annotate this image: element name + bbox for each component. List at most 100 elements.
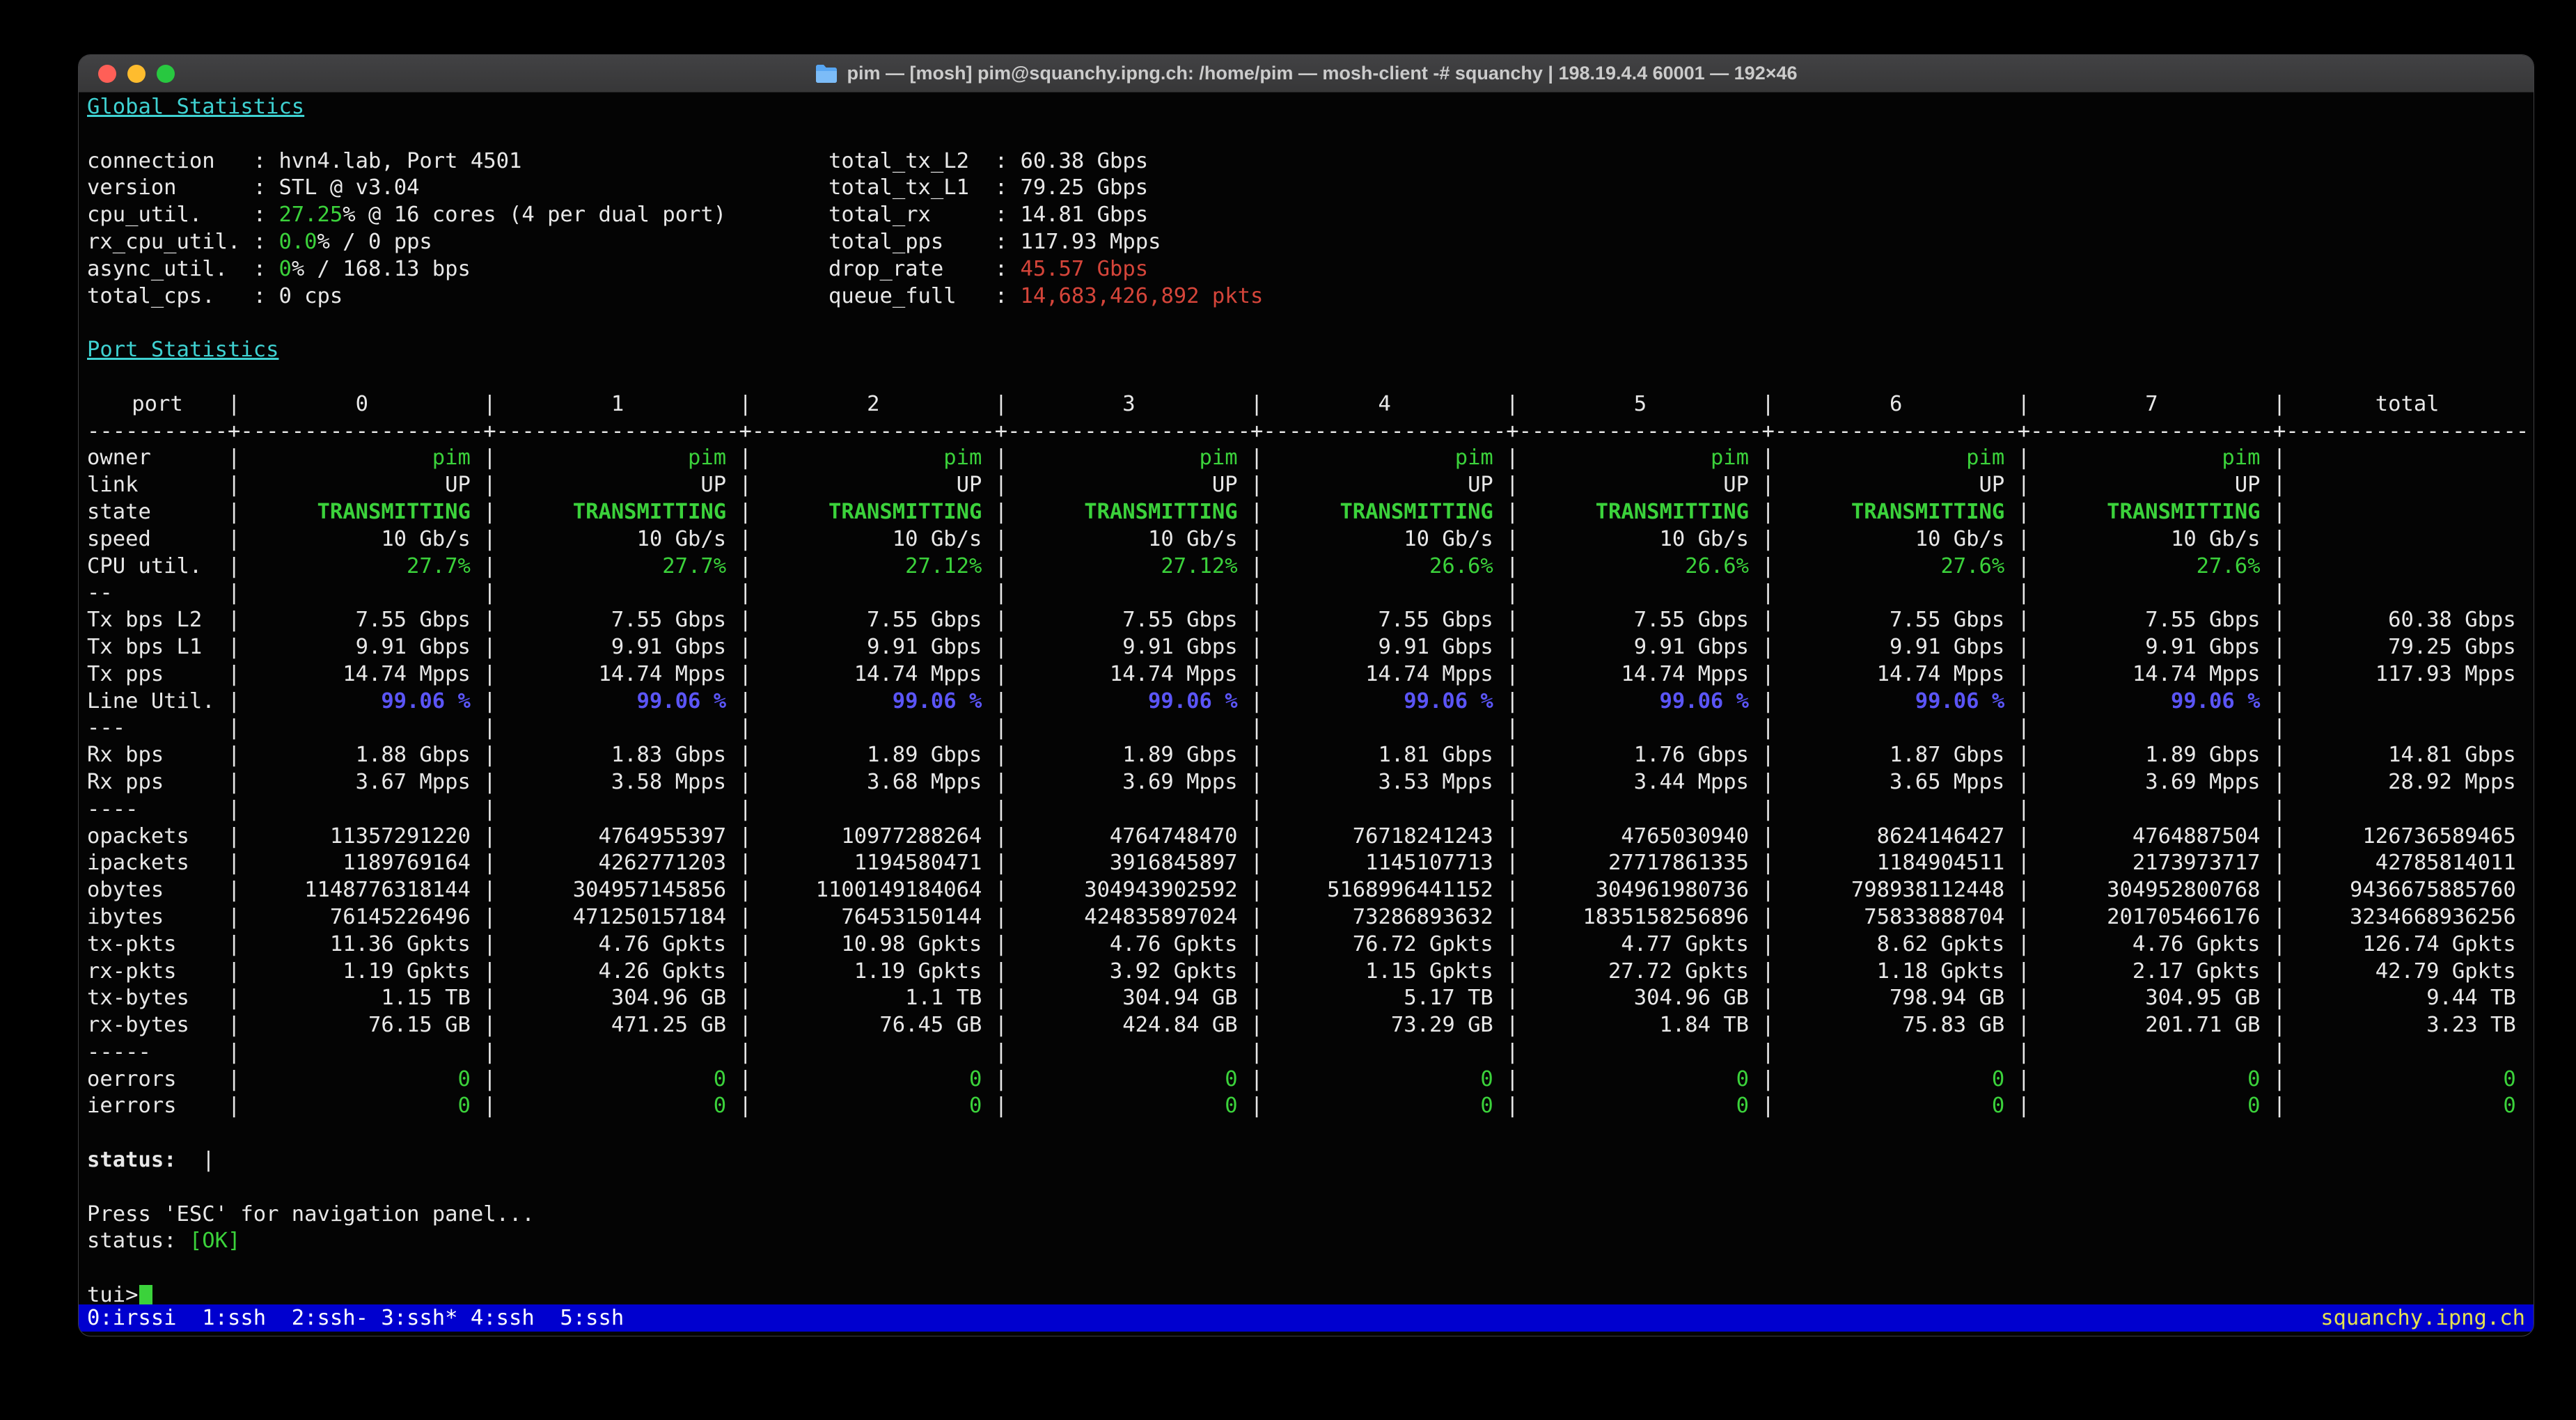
column-separator: |: [739, 661, 751, 688]
table-cell: 4764887504: [2030, 823, 2273, 851]
table-cell: 99.06 %: [1007, 688, 1250, 716]
window-titlebar[interactable]: pim — [mosh] pim@squanchy.ipng.ch: /home…: [79, 55, 2534, 93]
column-separator: |: [1761, 769, 1774, 796]
column-separator: |: [483, 391, 496, 418]
table-cell: 126736589465: [2286, 823, 2529, 851]
close-button[interactable]: [98, 65, 116, 83]
column-separator: |: [1506, 391, 1518, 418]
table-cell: 7.55 Gbps: [1519, 607, 1762, 634]
stat-label: version: [87, 175, 253, 202]
table-cell: 76718241243: [1263, 823, 1506, 851]
table-cell: UP: [1007, 472, 1250, 499]
table-cell: 99.06 %: [240, 688, 483, 716]
port-table-ruler: -----------+-------------------+--------…: [87, 418, 2525, 445]
column-separator: |: [1506, 688, 1518, 716]
column-header: 0: [240, 391, 483, 418]
column-separator: |: [1761, 661, 1774, 688]
port-stats-row: Tx bps L1|9.91 Gbps|9.91 Gbps|9.91 Gbps|…: [87, 634, 2525, 661]
table-cell: 7.55 Gbps: [1007, 607, 1250, 634]
table-cell: 4.76 Gpkts: [2030, 931, 2273, 958]
column-separator: |: [995, 445, 1007, 472]
column-separator: |: [1250, 1039, 1263, 1066]
table-cell: 4765030940: [1519, 823, 1762, 851]
terminal-content[interactable]: Global Statistics connection: hvn4.lab, …: [79, 93, 2534, 1336]
column-separator: |: [2018, 445, 2030, 472]
table-cell: 1.18 Gpkts: [1775, 958, 2018, 986]
column-separator: |: [1250, 499, 1263, 526]
column-separator: |: [1250, 661, 1263, 688]
section-title: Port Statistics: [87, 338, 278, 362]
column-separator: |: [739, 904, 751, 931]
column-separator: |: [1250, 796, 1263, 823]
table-cell: TRANSMITTING: [1775, 499, 2018, 526]
column-separator: |: [1250, 553, 1263, 581]
colon: :: [253, 230, 279, 254]
table-cell: 0: [1775, 1066, 2018, 1094]
column-separator: |: [1250, 391, 1263, 418]
column-separator: |: [1506, 877, 1518, 904]
column-header: 5: [1519, 391, 1762, 418]
column-separator: |: [2273, 661, 2286, 688]
column-separator: |: [228, 1066, 240, 1094]
colon: :: [253, 203, 279, 227]
column-separator: |: [1250, 715, 1263, 742]
status-label: status:: [87, 1148, 177, 1172]
table-cell: 0: [240, 1093, 483, 1120]
screen-window-list: 0:irssi 1:ssh 2:ssh- 3:ssh* 4:ssh 5:ssh: [87, 1304, 624, 1332]
table-cell: 424835897024: [1007, 904, 1250, 931]
table-cell: TRANSMITTING: [496, 499, 739, 526]
table-cell: 0: [1007, 1066, 1250, 1094]
table-cell: 3.65 Mpps: [1775, 769, 2018, 796]
column-separator: |: [995, 904, 1007, 931]
column-separator: |: [995, 958, 1007, 986]
stat-value: 117.93 Mpps: [1020, 230, 1161, 254]
column-separator: |: [1250, 634, 1263, 661]
column-separator: |: [1761, 553, 1774, 581]
column-separator: |: [483, 877, 496, 904]
table-cell: 27.7%: [496, 553, 739, 581]
table-cell: 471250157184: [496, 904, 739, 931]
port-stats-row: speed|10 Gb/s|10 Gb/s|10 Gb/s|10 Gb/s|10…: [87, 526, 2525, 553]
column-separator: |: [1761, 499, 1774, 526]
column-separator: |: [995, 688, 1007, 716]
table-cell: 201705466176: [2030, 904, 2273, 931]
zoom-button[interactable]: [157, 65, 175, 83]
table-cell: 10 Gb/s: [752, 526, 995, 553]
column-separator: |: [1250, 958, 1263, 986]
column-separator: |: [228, 499, 240, 526]
table-cell: 3.69 Mpps: [1007, 769, 1250, 796]
table-cell: 99.06 %: [2030, 688, 2273, 716]
table-cell: 76453150144: [752, 904, 995, 931]
table-cell: 42.79 Gpkts: [2286, 958, 2529, 986]
terminal-window: pim — [mosh] pim@squanchy.ipng.ch: /home…: [78, 54, 2534, 1336]
column-separator: |: [1761, 1066, 1774, 1094]
stat-label: drop_rate: [828, 256, 995, 283]
column-separator: |: [1761, 877, 1774, 904]
table-cell: 1100149184064: [752, 877, 995, 904]
column-separator: |: [483, 904, 496, 931]
column-separator: |: [1506, 445, 1518, 472]
table-cell: pim: [1263, 445, 1506, 472]
table-cell: 99.06 %: [1519, 688, 1762, 716]
table-cell: 7.55 Gbps: [1775, 607, 2018, 634]
column-separator: |: [2018, 877, 2030, 904]
column-separator: |: [739, 553, 751, 581]
column-separator: |: [739, 958, 751, 986]
table-cell: 7.55 Gbps: [752, 607, 995, 634]
column-separator: |: [2273, 607, 2286, 634]
column-separator: |: [2018, 472, 2030, 499]
table-cell: 3.44 Mpps: [1519, 769, 1762, 796]
stat-label: connection: [87, 148, 253, 175]
folder-icon: [815, 64, 838, 84]
column-separator: |: [995, 607, 1007, 634]
row-label: --: [87, 580, 228, 607]
stat-label: rx_cpu_util.: [87, 229, 253, 256]
table-cell: 9.91 Gbps: [496, 634, 739, 661]
column-separator: |: [739, 877, 751, 904]
column-separator: |: [228, 553, 240, 581]
minimize-button[interactable]: [127, 65, 146, 83]
column-separator: |: [483, 931, 496, 958]
column-separator: |: [1761, 526, 1774, 553]
column-separator: |: [483, 985, 496, 1012]
column-separator: |: [483, 688, 496, 716]
